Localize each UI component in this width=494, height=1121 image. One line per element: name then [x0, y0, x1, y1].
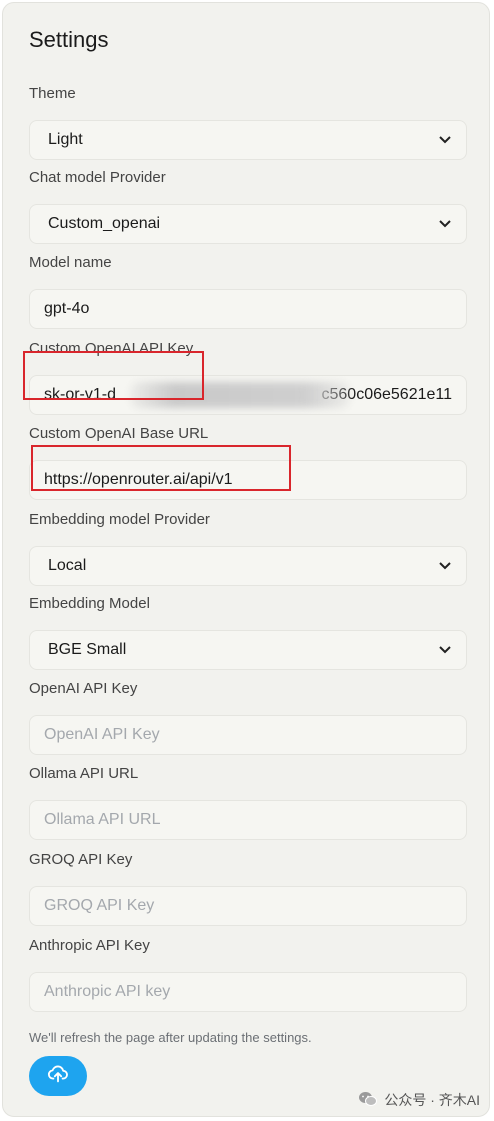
ollama-url-input[interactable]: Ollama API URL: [29, 800, 467, 840]
theme-select[interactable]: Light: [29, 120, 467, 160]
anthropic-key-label: Anthropic API Key: [29, 937, 150, 954]
embedding-model-value: BGE Small: [48, 641, 127, 658]
ollama-url-placeholder: Ollama API URL: [44, 811, 161, 828]
anthropic-key-placeholder: Anthropic API key: [44, 983, 171, 1000]
embedding-model-label: Embedding Model: [29, 595, 150, 612]
ollama-url-field: Ollama API URL Ollama API URL: [29, 764, 467, 840]
groq-key-field: GROQ API Key GROQ API Key: [29, 850, 467, 926]
theme-value: Light: [48, 131, 83, 148]
chevron-down-icon: [438, 217, 452, 231]
chevron-down-icon: [438, 643, 452, 657]
page-title: Settings: [29, 27, 109, 52]
chat-provider-label: Chat model Provider: [29, 169, 166, 186]
wechat-icon: [358, 1091, 378, 1110]
theme-field: Theme Light: [29, 84, 467, 160]
chevron-down-icon: [438, 559, 452, 573]
chevron-down-icon: [438, 133, 452, 147]
embedding-model-field: Embedding Model BGE Small: [29, 594, 467, 670]
openai-key-field: OpenAI API Key OpenAI API Key: [29, 679, 467, 755]
settings-panel: Settings Theme Light Chat model Provider…: [2, 2, 490, 1117]
highlight-box-api-key: [23, 351, 204, 400]
chat-provider-field: Chat model Provider Custom_openai: [29, 168, 467, 244]
model-name-field: Model name gpt-4o: [29, 253, 467, 329]
embedding-provider-select[interactable]: Local: [29, 546, 467, 586]
model-name-input[interactable]: gpt-4o: [29, 289, 467, 329]
cloud-upload-icon: [47, 1063, 69, 1090]
chat-provider-value: Custom_openai: [48, 215, 161, 232]
openai-key-placeholder: OpenAI API Key: [44, 726, 160, 743]
highlight-box-base-url: [31, 445, 291, 491]
theme-label: Theme: [29, 85, 76, 102]
embedding-provider-value: Local: [48, 557, 87, 574]
refresh-note: We'll refresh the page after updating th…: [29, 1030, 312, 1045]
watermark-text: 公众号 · 齐木AI: [384, 1092, 480, 1108]
ollama-url-label: Ollama API URL: [29, 765, 139, 782]
chat-provider-select[interactable]: Custom_openai: [29, 204, 467, 244]
groq-key-label: GROQ API Key: [29, 851, 133, 868]
openai-key-input[interactable]: OpenAI API Key: [29, 715, 467, 755]
embedding-model-select[interactable]: BGE Small: [29, 630, 467, 670]
groq-key-placeholder: GROQ API Key: [44, 897, 155, 914]
custom-openai-base-url-label: Custom OpenAI Base URL: [29, 425, 209, 442]
embedding-provider-label: Embedding model Provider: [29, 511, 210, 528]
embedding-provider-field: Embedding model Provider Local: [29, 510, 467, 586]
save-settings-button[interactable]: [29, 1056, 87, 1096]
model-name-value: gpt-4o: [44, 300, 90, 317]
groq-key-input[interactable]: GROQ API Key: [29, 886, 467, 926]
model-name-label: Model name: [29, 254, 112, 271]
anthropic-key-input[interactable]: Anthropic API key: [29, 972, 467, 1012]
watermark: 公众号 · 齐木AI: [358, 1090, 480, 1110]
anthropic-key-field: Anthropic API Key Anthropic API key: [29, 936, 467, 1012]
openai-key-label: OpenAI API Key: [29, 680, 138, 697]
